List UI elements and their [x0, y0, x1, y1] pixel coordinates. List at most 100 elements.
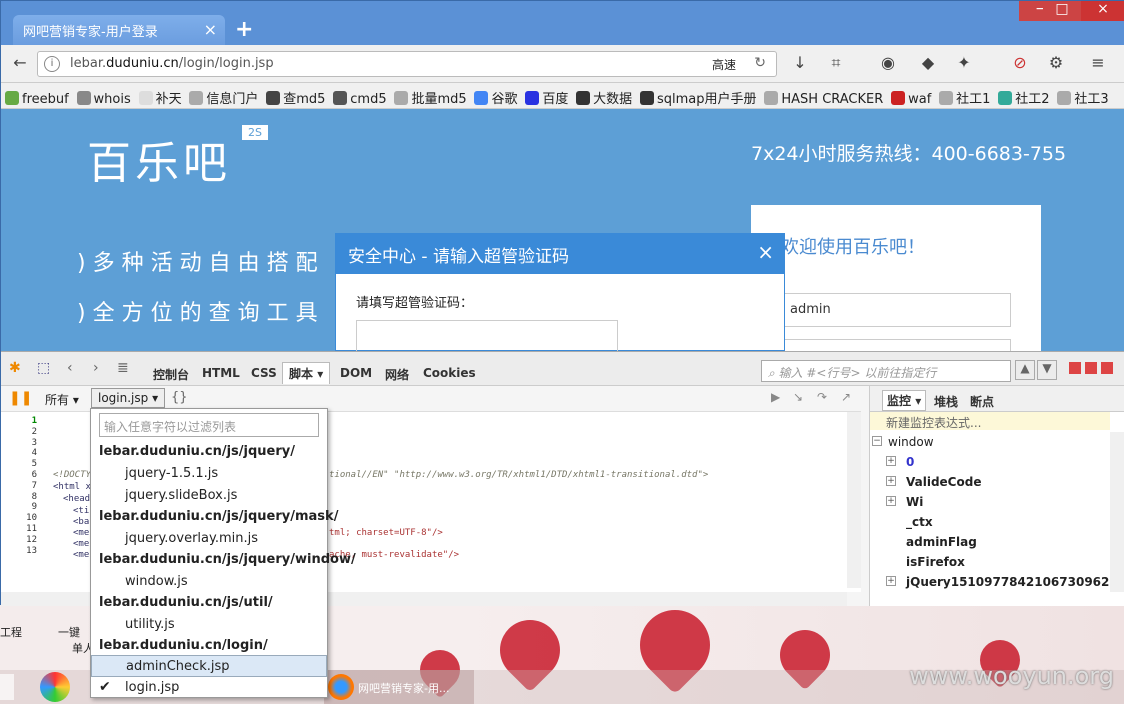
dropdown-item[interactable]: jquery.slideBox.js [91, 485, 327, 507]
dropdown-item-selected[interactable]: ✔ login.jsp [91, 677, 327, 699]
speed-label[interactable]: 高速 [712, 56, 736, 73]
resume-icon[interactable]: ▶ [771, 390, 780, 404]
bookmark[interactable]: 社工1 [939, 88, 990, 107]
line-number-gutter: 1 2 3 4 5 6 7 8 9 10 11 12 13 [1, 412, 41, 592]
watch-row[interactable]: +0 [870, 452, 1110, 472]
extension-icon[interactable]: ◉ [877, 53, 899, 75]
watch-row[interactable]: − window [870, 432, 1110, 452]
tab-network[interactable]: 网络 [385, 366, 409, 383]
pretty-print-icon[interactable]: {} [171, 390, 188, 405]
new-watch-expression[interactable]: 新建监控表达式... [870, 412, 1110, 430]
pause-icon[interactable]: ❚❚ [9, 390, 32, 406]
devtools-toolbar: ✱ ⬚ ‹ › ≣ 控制台 HTML CSS 脚本 ▾ DOM 网络 Cooki… [1, 352, 1124, 386]
reload-icon[interactable]: ↻ [754, 55, 766, 71]
dropdown-group: lebar.duduniu.cn/js/jquery/ [99, 444, 295, 459]
bookmark[interactable]: 大数据 [576, 88, 632, 107]
back-icon[interactable]: ‹ [67, 360, 73, 376]
tab-watch[interactable]: 监控 ▾ [882, 390, 927, 411]
bug-icon[interactable]: ✦ [953, 53, 975, 75]
slogan-1: )多种活动自由搭配 [77, 251, 325, 276]
bookmark[interactable]: sqlmap用户手册 [640, 88, 757, 107]
close-icon[interactable]: × [757, 240, 774, 264]
block-icon[interactable]: ⊘ [1009, 53, 1031, 75]
info-icon[interactable]: i [44, 56, 60, 72]
download-icon[interactable]: ↓ [789, 53, 811, 75]
fox-icon[interactable]: ◆ [917, 53, 939, 75]
bookmark[interactable]: freebuf [5, 91, 69, 107]
url-text: lebar.duduniu.cn/login/login.jsp [70, 56, 274, 71]
bookmark[interactable]: cmd5 [333, 91, 387, 107]
bookmark[interactable]: HASH CRACKER [764, 91, 883, 107]
dropdown-item[interactable]: utility.js [91, 614, 327, 636]
dropdown-filter-input[interactable]: 输入任意字符以过滤列表 [99, 413, 319, 437]
bookmark[interactable]: 批量md5 [394, 88, 467, 107]
watch-row[interactable]: isFirefox [870, 552, 1110, 572]
tab-html[interactable]: HTML [202, 366, 240, 380]
dialog-label: 请填写超管验证码： [356, 296, 474, 311]
start-icon[interactable] [0, 674, 14, 700]
code-line: tional//EN" "http://www.w3.org/TR/xhtml1… [329, 470, 709, 480]
devtools-search-input[interactable]: ⌕ 输入 #<行号> 以前往指定行 [761, 360, 1011, 382]
watch-row[interactable]: + jQuery1510977842106730962 [870, 572, 1110, 592]
desktop-icon-label: 一键 [58, 626, 80, 639]
crop-icon[interactable]: ⌗ [825, 53, 847, 75]
watch-row[interactable]: + ValideCode [870, 472, 1110, 492]
app-icon[interactable] [40, 672, 70, 702]
taskbar-item-label: 网吧营销专家-用... [358, 682, 450, 695]
chevron-up-icon[interactable]: ▲ [1015, 360, 1035, 380]
back-icon[interactable]: ← [9, 53, 31, 75]
taskbar-firefox-item[interactable]: 网吧营销专家-用... [324, 670, 474, 704]
dropdown-item-highlighted[interactable]: adminCheck.jsp [91, 655, 327, 677]
tab-css[interactable]: CSS [251, 366, 277, 380]
desktop-icons[interactable]: 工程 一键 单人 [0, 610, 100, 660]
step-over-icon[interactable]: ↷ [817, 390, 827, 404]
menu-icon[interactable]: ≡ [1087, 53, 1109, 75]
filter-all-button[interactable]: 所有 ▾ [45, 391, 79, 408]
verification-code-input[interactable] [356, 320, 618, 352]
username-field[interactable]: admin [781, 293, 1011, 327]
new-tab-icon[interactable]: + [235, 17, 253, 42]
watch-scrollbar[interactable] [1110, 432, 1124, 592]
dropdown-item[interactable]: jquery.overlay.min.js [91, 528, 327, 550]
minimize-devtools-icon[interactable] [1069, 362, 1081, 374]
watch-row[interactable]: adminFlag [870, 532, 1110, 552]
code-vertical-scrollbar[interactable] [847, 412, 861, 588]
bookmark[interactable]: 查md5 [266, 88, 325, 107]
dropdown-item[interactable]: jquery-1.5.1.js [91, 463, 327, 485]
detach-devtools-icon[interactable] [1085, 362, 1097, 374]
firebug-icon[interactable]: ✱ [9, 360, 21, 376]
dialog-title: 安全中心 - 请输入超管验证码 [348, 247, 569, 267]
dropdown-item[interactable]: window.js [91, 571, 327, 593]
close-window-button[interactable]: × [1081, 1, 1124, 21]
bookmark[interactable]: 信息门户 [189, 88, 258, 107]
step-out-icon[interactable]: ↗ [841, 390, 851, 404]
bookmark[interactable]: 补天 [138, 88, 182, 107]
step-into-icon[interactable]: ↘ [793, 390, 803, 404]
close-tab-icon[interactable]: × [204, 20, 217, 39]
inspect-icon[interactable]: ⬚ [37, 360, 50, 376]
gear-icon[interactable]: ⚙ [1045, 53, 1067, 75]
browser-tab[interactable]: 网吧营销专家-用户登录 × [13, 15, 225, 45]
tab-stack[interactable]: 堆栈 [934, 393, 958, 410]
bookmark[interactable]: waf [891, 91, 931, 107]
bookmark[interactable]: 百度 [525, 88, 568, 107]
bookmark[interactable]: whois [76, 91, 131, 107]
watch-row[interactable]: + Wi [870, 492, 1110, 512]
chevron-down-icon[interactable]: ▼ [1037, 360, 1057, 380]
tab-cookies[interactable]: Cookies [423, 366, 476, 380]
url-bar[interactable]: i lebar.duduniu.cn/login/login.jsp 高速 ↻ [37, 51, 777, 77]
bookmark[interactable]: 谷歌 [474, 88, 517, 107]
command-icon[interactable]: ≣ [117, 360, 129, 376]
tab-breakpoints[interactable]: 断点 [970, 393, 994, 410]
file-select[interactable]: login.jsp ▾ [91, 388, 166, 408]
bookmark[interactable]: 社工2 [998, 88, 1050, 107]
code-line: <ti [73, 506, 90, 516]
tab-dom[interactable]: DOM [340, 366, 372, 380]
maximize-button[interactable]: □ [1043, 1, 1081, 21]
tab-console[interactable]: 控制台 [153, 366, 189, 383]
bookmark[interactable]: 社工3 [1057, 88, 1109, 107]
forward-icon[interactable]: › [93, 360, 99, 376]
watch-row[interactable]: _ctx [870, 512, 1110, 532]
close-devtools-icon[interactable] [1101, 362, 1113, 374]
tab-script[interactable]: 脚本 ▾ [282, 362, 331, 384]
